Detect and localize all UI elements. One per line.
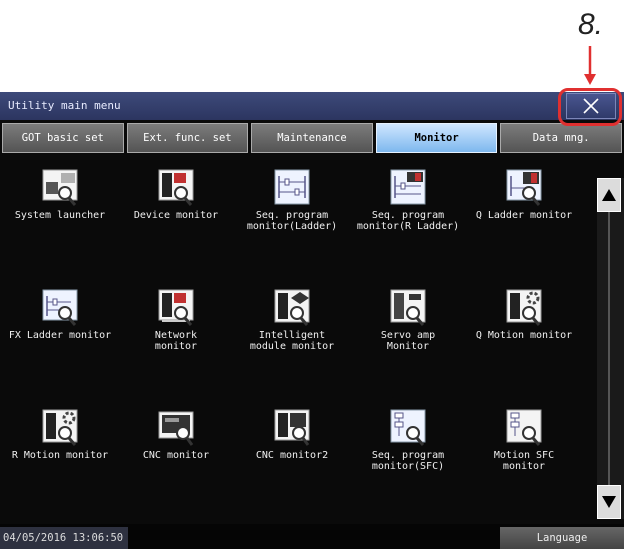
item-motion-sfc[interactable]: Motion SFC monitor <box>466 400 582 518</box>
scroll-track <box>608 212 610 485</box>
motion-sfc-monitor-icon <box>506 409 542 446</box>
scroll-up-icon <box>602 189 616 201</box>
tab-maintenance[interactable]: Maintenance <box>251 123 373 153</box>
item-label: R Motion monitor <box>11 450 109 461</box>
vertical-scrollbar[interactable] <box>597 178 624 519</box>
item-network-monitor[interactable]: Network monitor <box>118 280 234 398</box>
item-q-motion[interactable]: Q Motion monitor <box>466 280 582 398</box>
item-seq-ladder[interactable]: Seq. program monitor(Ladder) <box>234 160 350 278</box>
q-motion-monitor-icon <box>506 289 542 326</box>
datetime-display: 04/05/2016 13:06:50 <box>0 527 128 549</box>
item-label: Device monitor <box>133 210 219 221</box>
sfc-monitor-icon <box>390 409 426 446</box>
item-label: CNC monitor2 <box>255 450 329 461</box>
tab-data-mng[interactable]: Data mng. <box>500 123 622 153</box>
item-device-monitor[interactable]: Device monitor <box>118 160 234 278</box>
device-monitor-icon <box>158 169 194 206</box>
system-launcher-icon <box>42 169 78 206</box>
item-label: Servo amp Monitor <box>380 330 436 352</box>
item-q-ladder[interactable]: Q Ladder monitor <box>466 160 582 278</box>
item-label: Network monitor <box>154 330 198 352</box>
item-cnc-monitor[interactable]: CNC monitor <box>118 400 234 518</box>
annotation-arrow-icon <box>584 46 596 85</box>
item-label: Q Motion monitor <box>475 330 573 341</box>
tab-bar: GOT basic set Ext. func. set Maintenance… <box>0 123 624 155</box>
monitor-grid: System launcher Device monitor Seq. prog… <box>0 160 596 521</box>
item-cnc-monitor2[interactable]: CNC monitor2 <box>234 400 350 518</box>
item-servo-amp[interactable]: Servo amp Monitor <box>350 280 466 398</box>
item-label: Motion SFC monitor <box>493 450 555 472</box>
item-seq-r-ladder[interactable]: Seq. program monitor(R Ladder) <box>350 160 466 278</box>
ladder-monitor-icon <box>274 169 310 205</box>
item-intelligent-module[interactable]: Intelligent module monitor <box>234 280 350 398</box>
item-label: Seq. program monitor(SFC) <box>371 450 445 472</box>
fx-ladder-monitor-icon <box>42 289 78 326</box>
utility-window: Utility main menu GOT basic set Ext. fun… <box>0 92 624 549</box>
tab-got-basic-set[interactable]: GOT basic set <box>2 123 124 153</box>
status-bar: 04/05/2016 13:06:50 Language <box>0 524 624 549</box>
intelligent-module-monitor-icon <box>274 289 310 326</box>
item-label: Intelligent module monitor <box>249 330 335 352</box>
item-label: FX Ladder monitor <box>8 330 112 341</box>
item-label: CNC monitor <box>142 450 210 461</box>
q-ladder-monitor-icon <box>506 169 542 206</box>
r-motion-monitor-icon <box>42 409 78 446</box>
annotation-highlight-box <box>558 88 622 126</box>
item-label: Q Ladder monitor <box>475 210 573 221</box>
title-bar: Utility main menu <box>0 92 624 120</box>
window-title: Utility main menu <box>8 99 121 112</box>
item-seq-sfc[interactable]: Seq. program monitor(SFC) <box>350 400 466 518</box>
item-fx-ladder[interactable]: FX Ladder monitor <box>2 280 118 398</box>
item-system-launcher[interactable]: System launcher <box>2 160 118 278</box>
network-monitor-icon <box>158 289 194 326</box>
item-label: System launcher <box>14 210 106 221</box>
item-r-motion[interactable]: R Motion monitor <box>2 400 118 518</box>
cnc-monitor-icon <box>158 411 194 446</box>
r-ladder-monitor-icon <box>390 169 426 205</box>
language-button[interactable]: Language <box>500 527 624 549</box>
item-label: Seq. program monitor(Ladder) <box>246 210 338 232</box>
scroll-down-button[interactable] <box>597 485 621 519</box>
scroll-up-button[interactable] <box>597 178 621 212</box>
cnc-monitor2-icon <box>274 409 310 446</box>
tab-ext-func-set[interactable]: Ext. func. set <box>126 123 249 153</box>
tab-monitor[interactable]: Monitor <box>375 123 498 153</box>
item-label: Seq. program monitor(R Ladder) <box>356 210 460 232</box>
servo-amp-monitor-icon <box>390 289 426 326</box>
scroll-down-icon <box>602 496 616 508</box>
annotation-number: 8. <box>578 8 604 41</box>
